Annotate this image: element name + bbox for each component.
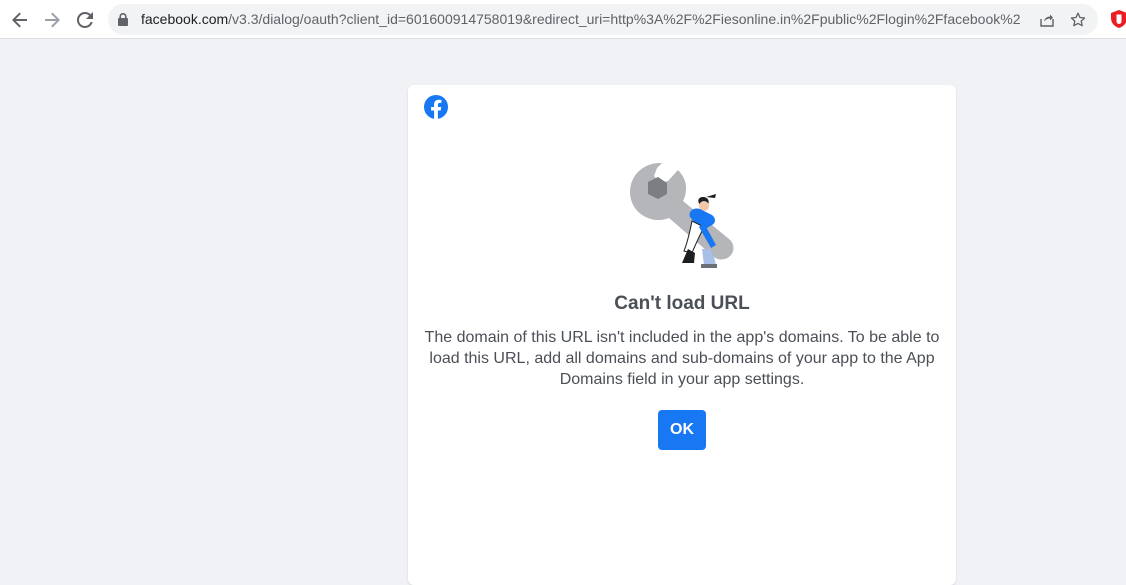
error-dialog: Can't load URL The domain of this URL is… xyxy=(408,85,956,585)
url-path: /v3.3/dialog/oauth?client_id=60160091475… xyxy=(228,11,1021,27)
browser-toolbar: facebook.com/v3.3/dialog/oauth?client_id… xyxy=(0,0,1126,39)
address-bar[interactable]: facebook.com/v3.3/dialog/oauth?client_id… xyxy=(108,4,1098,35)
wrench-mechanic-illustration xyxy=(630,162,734,268)
extension-shield-icon[interactable] xyxy=(1109,9,1126,29)
forward-arrow-icon[interactable] xyxy=(38,6,66,34)
share-icon[interactable] xyxy=(1038,11,1056,29)
url-host: facebook.com xyxy=(141,11,229,27)
dialog-title: Can't load URL xyxy=(614,293,750,314)
star-icon[interactable] xyxy=(1069,11,1087,29)
url-text[interactable]: facebook.com/v3.3/dialog/oauth?client_id… xyxy=(141,4,1021,35)
back-arrow-icon[interactable] xyxy=(6,6,34,34)
dialog-message: The domain of this URL isn't included in… xyxy=(424,329,940,388)
facebook-logo-icon xyxy=(424,95,448,119)
reload-icon[interactable] xyxy=(71,6,99,34)
lock-icon[interactable] xyxy=(118,13,128,31)
ok-button[interactable]: OK xyxy=(658,410,706,450)
